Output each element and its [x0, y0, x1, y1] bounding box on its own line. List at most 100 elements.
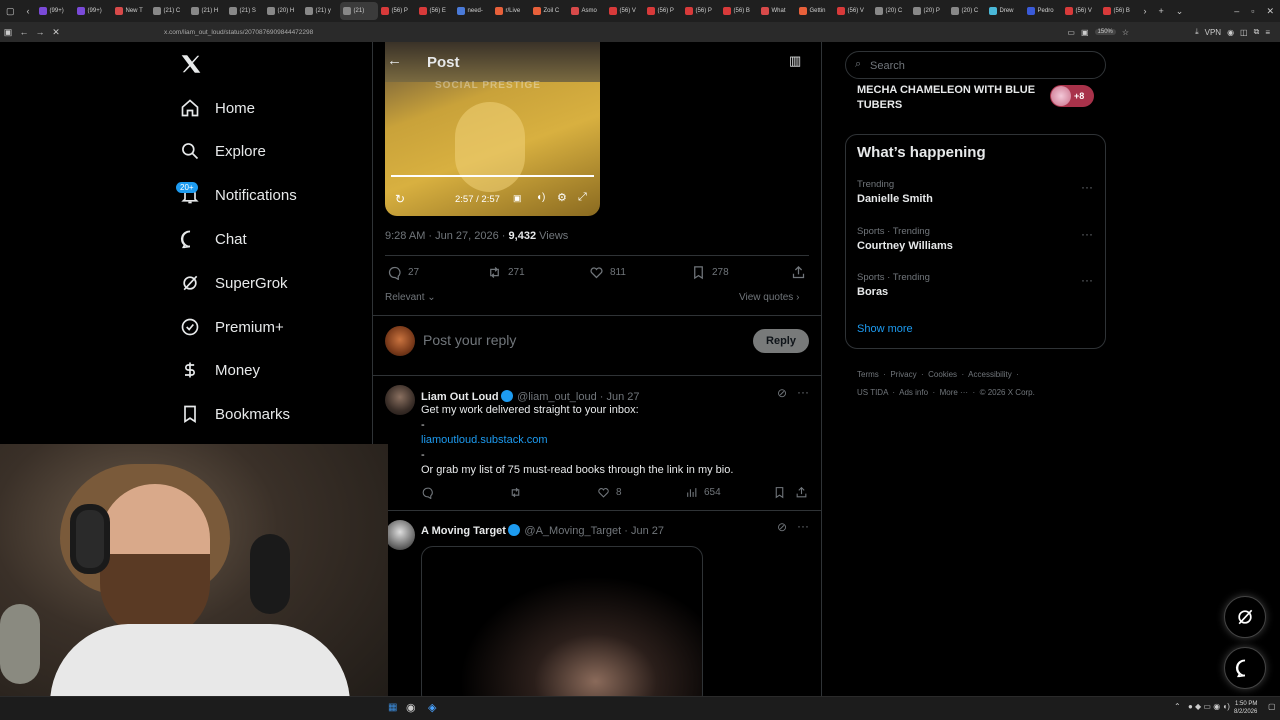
author-name[interactable]: A Moving Target [421, 525, 506, 537]
tray-expand-icon[interactable]: ⌃ [1174, 702, 1181, 711]
browser-tab[interactable]: (99+) [74, 2, 112, 20]
footer-link-ads-info[interactable]: Ads info [899, 388, 928, 397]
community-title[interactable]: MECHA CHAMELEON WITH BLUE TUBERS [857, 83, 1037, 113]
browser-tab[interactable]: Zoil C [530, 2, 568, 20]
app-icon[interactable]: ◈ [428, 701, 436, 714]
minimize-icon[interactable]: – [1228, 6, 1245, 16]
reply-action[interactable]: 27 [387, 265, 419, 280]
browser-tab[interactable]: (99+) [36, 2, 74, 20]
nav-bookmarks[interactable]: Bookmarks [180, 404, 290, 424]
avatar[interactable] [385, 385, 415, 415]
repost-action[interactable]: 271 [487, 265, 525, 280]
browser-tab[interactable]: Drew [986, 2, 1024, 20]
nav-premium[interactable]: Premium+ [180, 317, 284, 337]
browser-tab[interactable]: (21) y [302, 2, 340, 20]
browser-tab[interactable]: (56) V [1062, 2, 1100, 20]
bookmark-star-icon[interactable]: ☆ [1122, 28, 1129, 37]
view-quotes-link[interactable]: View quotes › [739, 292, 799, 303]
reply-input[interactable]: Post your reply [423, 332, 516, 348]
reader-view-icon[interactable]: ▥ [789, 53, 801, 69]
browser-tab[interactable]: (56) B [1100, 2, 1138, 20]
nav-explore[interactable]: Explore [180, 141, 266, 161]
trend-item[interactable]: Sports · Trending Boras [857, 272, 930, 298]
back-arrow-icon[interactable]: ← [387, 52, 402, 69]
footer-link-us-tida[interactable]: US TIDA [857, 388, 888, 397]
search-input[interactable]: ⌕ Search [845, 51, 1106, 79]
footer-link-cookies[interactable]: Cookies [928, 370, 957, 379]
menu-icon[interactable]: ≡ [1265, 28, 1270, 37]
volume-icon[interactable]: ◖) [536, 192, 545, 203]
bookmark-action[interactable]: 278 [691, 265, 729, 280]
settings-gear-icon[interactable]: ⚙ [557, 191, 567, 204]
avatar[interactable] [385, 520, 415, 550]
bookmark-action[interactable] [773, 486, 786, 499]
more-options-icon[interactable]: ··· [1081, 180, 1093, 194]
browser-tab[interactable]: (21) H [188, 2, 226, 20]
sidebar-toggle-icon[interactable]: ▣ [0, 27, 16, 38]
browser-tab[interactable]: r/Live [492, 2, 530, 20]
wallet-icon[interactable]: ◫ [1240, 28, 1248, 37]
more-options-icon[interactable]: ··· [797, 519, 809, 533]
replay-icon[interactable]: ↻ [395, 192, 405, 206]
browser-tab[interactable]: (21) C [150, 2, 188, 20]
tab-scroll-right-icon[interactable]: › [1138, 6, 1153, 16]
extensions-icon[interactable]: ⧉ [1254, 27, 1260, 37]
footer-link-accessibility[interactable]: Accessibility [968, 370, 1012, 379]
repost-action[interactable] [509, 486, 522, 499]
browser-tab[interactable]: (21) S [226, 2, 264, 20]
footer-link-privacy[interactable]: Privacy [890, 370, 916, 379]
reply-media-image[interactable] [421, 546, 703, 696]
browser-tab[interactable]: need- [454, 2, 492, 20]
browser-tab[interactable]: (20) C [948, 2, 986, 20]
browser-tab[interactable]: New T [112, 2, 150, 20]
stop-loading-icon[interactable]: ✕ [48, 27, 64, 38]
messages-floating-button[interactable] [1224, 647, 1266, 689]
video-progress-track[interactable] [391, 175, 594, 177]
more-options-icon[interactable]: ··· [1081, 227, 1093, 241]
share-action[interactable] [791, 265, 806, 280]
more-options-icon[interactable]: ··· [797, 385, 809, 399]
author-name[interactable]: Liam Out Loud [421, 391, 499, 403]
tray-icons[interactable]: ● ◆ ▭ ◉ ◖) [1188, 702, 1230, 711]
new-tab-button[interactable]: + [1153, 6, 1170, 16]
avatar[interactable] [385, 326, 415, 356]
like-action[interactable]: 811 [589, 265, 626, 280]
download-icon[interactable]: ⤓ [1195, 27, 1199, 37]
nav-supergrok[interactable]: SuperGrok [180, 273, 288, 293]
views-action[interactable]: 654 [685, 486, 721, 499]
trend-item[interactable]: Sports · Trending Courtney Williams [857, 226, 953, 252]
forward-icon[interactable]: → [32, 27, 48, 37]
browser-tab[interactable]: (20) C [872, 2, 910, 20]
more-options-icon[interactable]: ··· [1081, 273, 1093, 287]
windows-start-icon[interactable]: ▦ [388, 702, 397, 713]
browser-tab[interactable]: (20) P [910, 2, 948, 20]
nav-chat[interactable]: Chat [180, 229, 247, 249]
x-logo-icon[interactable] [180, 53, 202, 80]
like-action[interactable]: 8 [597, 486, 622, 499]
browser-tab[interactable]: (56) V [834, 2, 872, 20]
nav-home[interactable]: Home [180, 98, 255, 118]
url-field[interactable]: x.com/liam_out_loud/status/2070876909844… [164, 29, 313, 36]
author-handle[interactable]: @A_Moving_Target · Jun 27 [524, 525, 664, 537]
browser-tab[interactable]: (56) V [606, 2, 644, 20]
tab-overflow-icon[interactable]: ⌄ [1170, 6, 1190, 17]
grok-floating-button[interactable] [1224, 596, 1266, 638]
browser-tab[interactable]: (56) E [416, 2, 454, 20]
screenshot-icon[interactable]: ▣ [1081, 28, 1089, 37]
reply-action[interactable] [421, 486, 434, 499]
reply-button[interactable]: Reply [753, 329, 809, 353]
footer-link-terms[interactable]: Terms [857, 370, 879, 379]
community-members[interactable]: +8 [1050, 85, 1094, 107]
grok-icon[interactable]: ⊘ [777, 386, 787, 400]
page-action-icon[interactable]: ▭ [1067, 28, 1075, 37]
account-icon[interactable]: ◉ [1227, 28, 1234, 37]
share-action[interactable] [795, 486, 808, 499]
nav-money[interactable]: Money [180, 360, 260, 380]
maximize-icon[interactable]: ▫ [1245, 6, 1260, 16]
notification-center-icon[interactable]: ▢ [1268, 702, 1276, 711]
trend-item[interactable]: Trending Danielle Smith [857, 179, 933, 205]
author-handle[interactable]: @liam_out_loud · Jun 27 [517, 391, 639, 403]
captions-icon[interactable]: ▣ [513, 193, 522, 204]
browser-tab[interactable]: Gettin [796, 2, 834, 20]
browser-tab[interactable]: (56) P [644, 2, 682, 20]
